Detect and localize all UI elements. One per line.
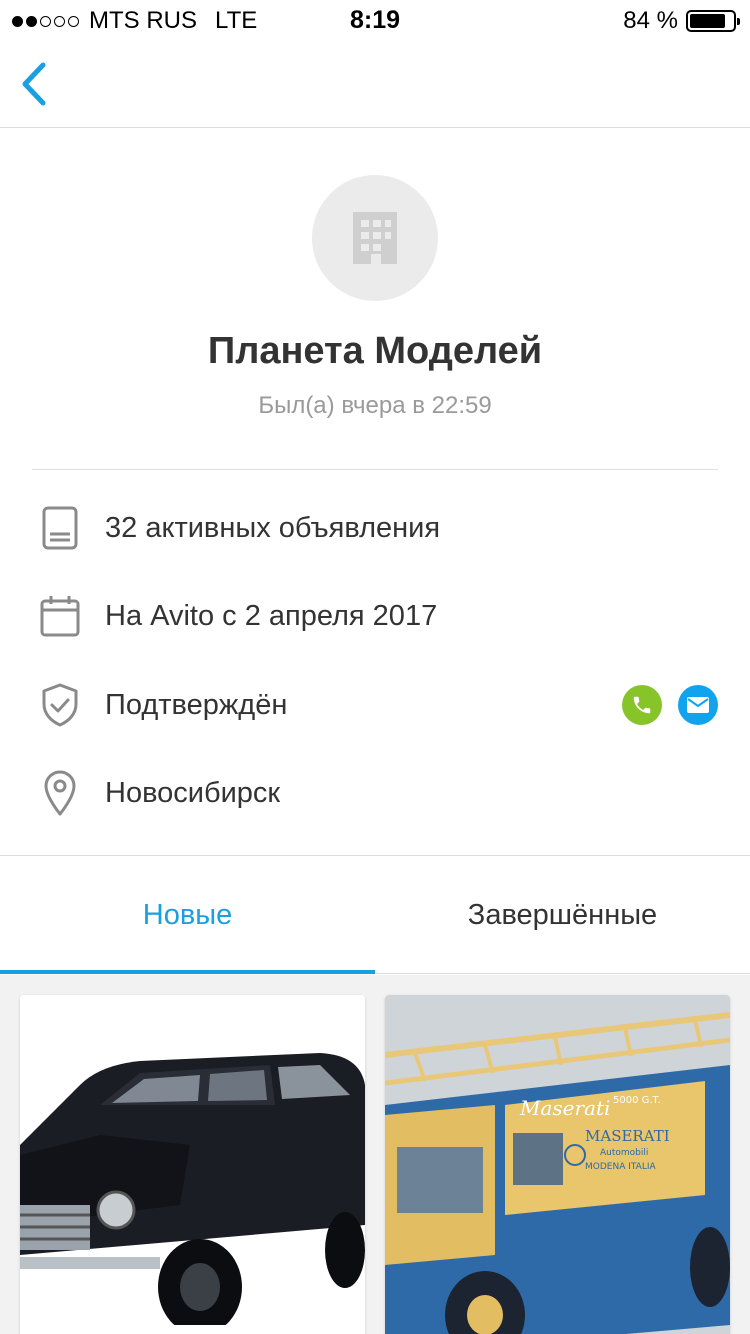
svg-text:Automobili: Automobili — [600, 1148, 648, 1158]
battery-fill — [690, 14, 726, 28]
listing-card[interactable]: Maserati 5000 G.T. MASERATI Automobili M… — [385, 995, 730, 1334]
svg-text:MODENA ITALIA: MODENA ITALIA — [585, 1162, 656, 1172]
profile-name: Планета Моделей — [207, 330, 543, 372]
avatar — [312, 175, 438, 301]
location-text: Новосибирск — [105, 776, 281, 809]
call-button[interactable] — [622, 685, 662, 725]
tab-completed[interactable]: Завершённые — [375, 856, 750, 974]
active-ads-row[interactable]: 32 активных объявления — [0, 498, 750, 558]
last-seen: Был(а) вчера в 22:59 — [258, 392, 492, 419]
shield-check-icon — [38, 683, 82, 727]
message-button[interactable] — [678, 685, 718, 725]
svg-text:Maserati: Maserati — [519, 1096, 610, 1120]
status-right: 84 % — [623, 7, 740, 35]
svg-text:MASERATI: MASERATI — [585, 1127, 670, 1145]
verified-text: Подтверждён — [105, 688, 288, 721]
member-since-row: На Avito с 2 апреля 2017 — [0, 586, 750, 646]
verified-row: Подтверждён — [0, 675, 750, 735]
listing-image — [20, 995, 365, 1334]
nav-bar — [0, 40, 750, 128]
status-bar: MTS RUS LTE 8:19 84 % — [0, 0, 750, 40]
listing-image: Maserati 5000 G.T. MASERATI Automobili M… — [385, 995, 730, 1334]
calendar-icon — [38, 594, 82, 638]
divider — [32, 469, 718, 470]
chevron-left-icon — [22, 62, 46, 106]
listing-tabs: Новые Завершённые — [0, 856, 750, 974]
listing-card[interactable] — [20, 995, 365, 1334]
building-icon — [353, 212, 397, 264]
mail-icon — [687, 697, 709, 713]
phone-icon — [633, 696, 651, 714]
location-pin-icon — [38, 770, 82, 816]
active-ads-text: 32 активных объявления — [105, 511, 441, 544]
battery-percent: 84 % — [623, 7, 678, 34]
location-row: Новосибирск — [0, 763, 750, 823]
back-button[interactable] — [12, 58, 56, 110]
member-since-text: На Avito с 2 апреля 2017 — [105, 599, 438, 632]
battery-icon — [686, 10, 740, 32]
active-tab-indicator — [0, 970, 375, 974]
listing-icon — [38, 506, 82, 550]
tab-new[interactable]: Новые — [0, 856, 375, 974]
svg-text:5000 G.T.: 5000 G.T. — [613, 1095, 661, 1106]
